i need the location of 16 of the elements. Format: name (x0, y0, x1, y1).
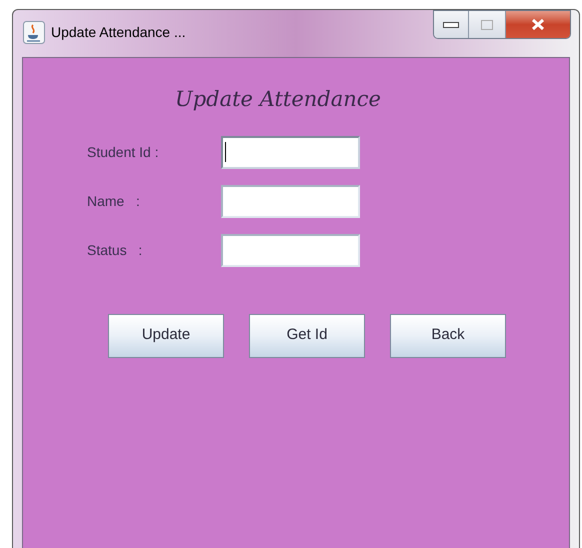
input-field[interactable] (221, 234, 360, 266)
close-icon (531, 18, 545, 31)
text-cursor (225, 142, 226, 162)
field-label: Status : (87, 240, 144, 260)
java-cup-icon (23, 21, 45, 44)
action-button[interactable]: Back (390, 314, 506, 358)
form-heading: Update Attendance (175, 86, 382, 113)
close-button[interactable] (506, 11, 570, 38)
input-field[interactable] (221, 184, 360, 218)
field-label: Name : (87, 192, 141, 210)
minimize-button[interactable] (434, 11, 469, 38)
action-button[interactable]: Get Id (249, 314, 365, 358)
action-button[interactable]: Update (108, 314, 224, 358)
input-field[interactable] (221, 136, 360, 168)
field-label: Student Id : (87, 142, 160, 162)
window-title: Update Attendance ... (51, 23, 186, 42)
